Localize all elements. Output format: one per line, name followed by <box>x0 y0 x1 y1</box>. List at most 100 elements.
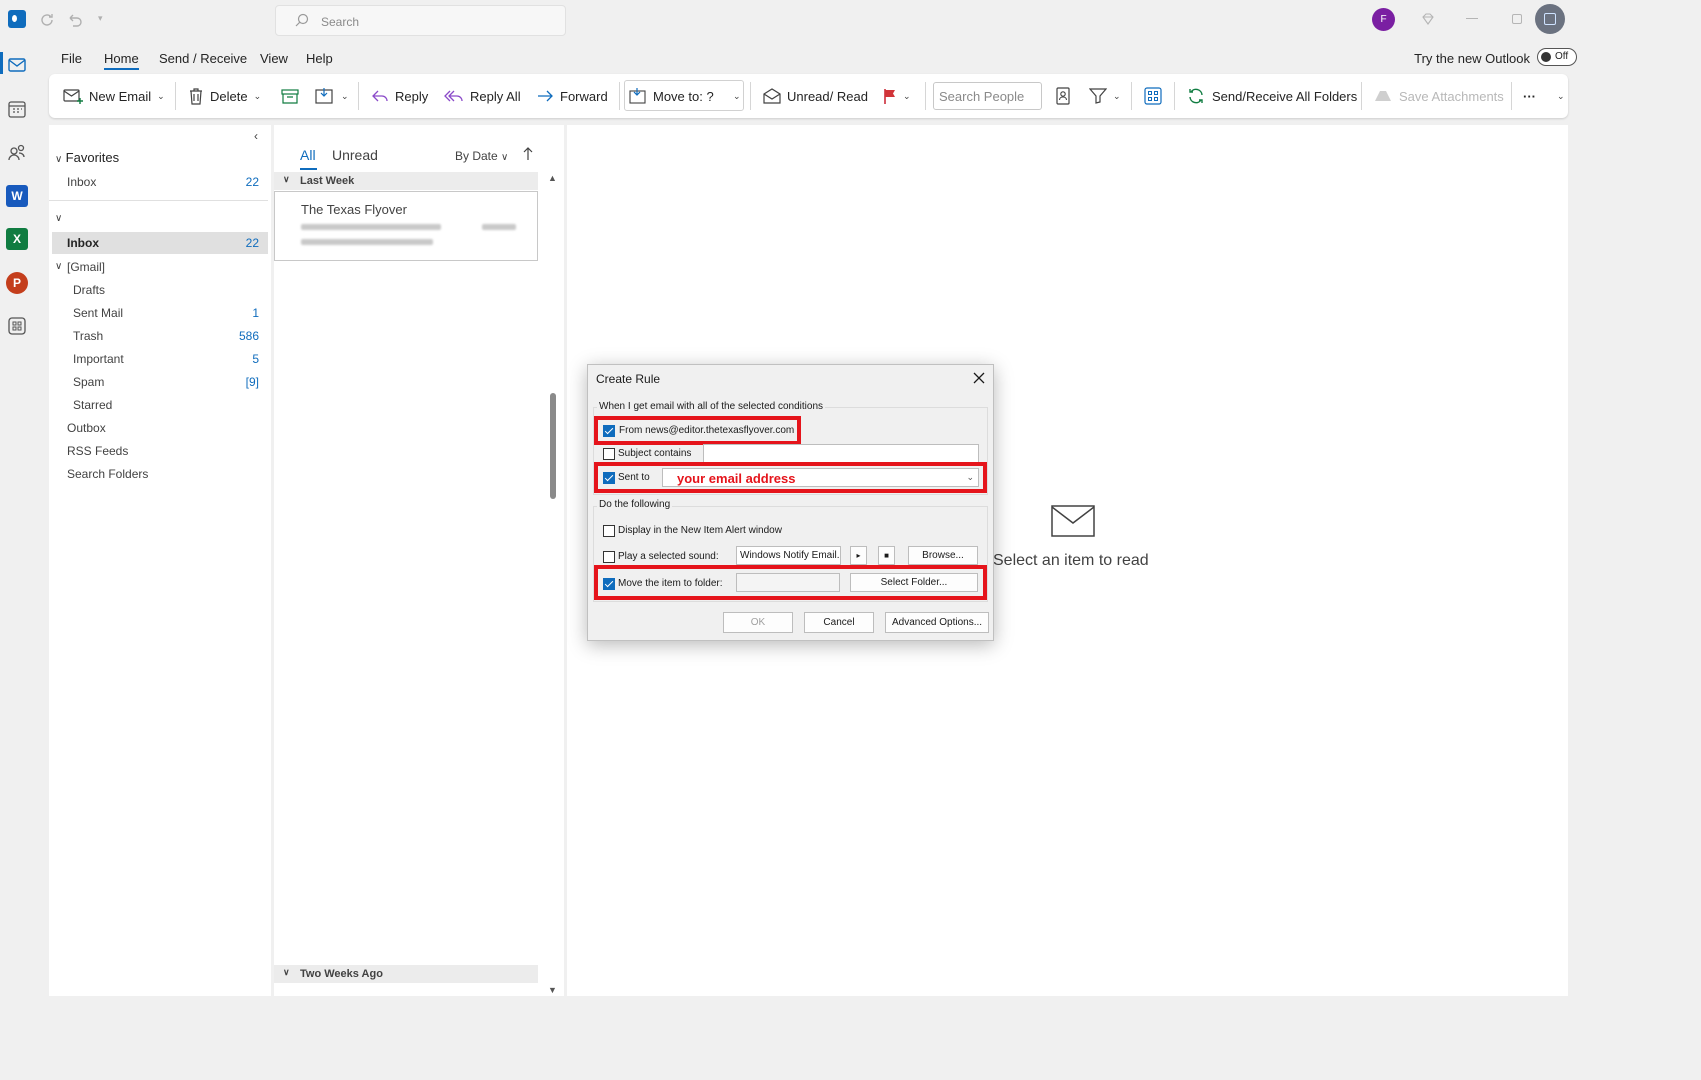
reply-icon <box>371 88 389 104</box>
tab-all[interactable]: All <box>300 147 316 163</box>
subject-contains-label: Subject contains <box>618 448 692 459</box>
chevron-down-icon[interactable]: ⌄ <box>341 91 349 102</box>
delete-label: Delete <box>210 88 248 104</box>
folder-rss-feeds[interactable]: RSS Feeds <box>49 440 268 462</box>
scroll-up-arrow-icon[interactable]: ▲ <box>548 173 557 183</box>
minimize-icon[interactable] <box>1466 18 1478 19</box>
unread-count: 1 <box>252 306 259 320</box>
menu-help[interactable]: Help <box>306 51 333 66</box>
restore-icon[interactable] <box>1512 14 1522 24</box>
new-outlook-toggle[interactable]: Off <box>1537 48 1577 66</box>
display-alert-checkbox[interactable] <box>603 525 615 537</box>
move-to-quick-step[interactable]: Move to: ? <box>629 74 714 118</box>
avatar[interactable]: F <box>1372 8 1395 31</box>
ribbon-expand-button[interactable]: ⌄ <box>1557 74 1565 118</box>
tab-unread[interactable]: Unread <box>332 147 378 163</box>
reply-all-button[interactable]: Reply All <box>444 74 521 118</box>
sort-by-date-dropdown[interactable]: By Date ∨ <box>455 149 508 163</box>
flag-icon <box>883 88 897 104</box>
folder-trash[interactable]: Trash 586 <box>49 325 268 347</box>
scrollbar-thumb[interactable] <box>550 393 556 499</box>
people-icon[interactable] <box>6 142 28 164</box>
address-book-button[interactable] <box>1055 74 1071 118</box>
mail-icon[interactable] <box>6 54 28 76</box>
archive-button[interactable] <box>281 74 299 118</box>
menu-send-receive[interactable]: Send / Receive <box>159 51 247 66</box>
menu-home[interactable]: Home <box>104 51 139 70</box>
excel-icon[interactable]: X <box>6 228 28 250</box>
ok-button[interactable]: OK <box>723 612 793 633</box>
folder-spam[interactable]: Spam [9] <box>49 371 268 393</box>
divider <box>1131 82 1132 110</box>
reply-button[interactable]: Reply <box>371 74 428 118</box>
folder-inbox[interactable]: Inbox 22 <box>52 232 268 254</box>
move-button[interactable]: ⌄ <box>315 74 349 118</box>
toggle-label: Off <box>1555 51 1569 62</box>
folder-label: Trash <box>73 329 104 343</box>
close-icon[interactable] <box>971 370 987 386</box>
follow-up-flag-button[interactable]: ⌄ <box>883 74 911 118</box>
group-header-two-weeks-ago[interactable]: ∨ Two Weeks Ago <box>274 965 538 983</box>
favorites-header[interactable]: ∨ Favorites <box>55 150 119 165</box>
folder-drafts[interactable]: Drafts <box>49 279 268 301</box>
forward-label: Forward <box>560 88 608 104</box>
folder-sent-mail[interactable]: Sent Mail 1 <box>49 302 268 324</box>
play-sound-icon[interactable]: ▸ <box>850 546 867 565</box>
chevron-down-icon[interactable]: ⌄ <box>157 91 165 102</box>
envelope-icon <box>1051 505 1095 537</box>
customize-qat-icon[interactable]: ▾ <box>98 13 103 24</box>
calendar-icon[interactable] <box>6 98 28 120</box>
highlight-sent-to <box>594 462 987 493</box>
group-header-last-week[interactable]: ∨ Last Week <box>274 172 538 190</box>
word-icon[interactable]: W <box>6 185 28 207</box>
new-email-button[interactable]: New Email ⌄ <box>63 74 165 118</box>
search-people-input[interactable]: Search People <box>933 82 1042 110</box>
unread-count: 22 <box>245 175 259 189</box>
powerpoint-icon[interactable]: P <box>6 272 28 294</box>
chevron-down-icon[interactable]: ⌄ <box>903 91 911 102</box>
chevron-down-icon: ∨ <box>283 174 290 184</box>
sync-icon[interactable] <box>38 11 56 29</box>
message-preview-blurred <box>301 239 433 245</box>
scroll-down-arrow-icon[interactable]: ▼ <box>548 985 557 995</box>
menu-view[interactable]: View <box>260 51 288 66</box>
folder-starred[interactable]: Starred <box>49 394 268 416</box>
divider <box>1174 82 1175 110</box>
sync-arrows-icon <box>1186 87 1206 105</box>
sort-direction-arrow-icon[interactable] <box>523 147 533 161</box>
advanced-options-button[interactable]: Advanced Options... <box>885 612 989 633</box>
chevron-down-icon[interactable]: ⌄ <box>254 91 262 102</box>
delete-button[interactable]: Delete ⌄ <box>188 74 261 118</box>
more-apps-icon[interactable] <box>6 315 28 337</box>
stop-sound-icon[interactable]: ■ <box>878 546 895 565</box>
chevron-down-icon[interactable]: ⌄ <box>1113 91 1121 102</box>
premium-diamond-icon[interactable] <box>1420 11 1436 27</box>
sound-file-input[interactable]: Windows Notify Email. <box>736 546 841 565</box>
cancel-button[interactable]: Cancel <box>804 612 874 633</box>
folder-search-folders[interactable]: Search Folders <box>49 463 268 485</box>
folder-gmail[interactable]: ∨ [Gmail] <box>49 256 268 278</box>
quick-steps-expand[interactable]: ⌄ <box>733 74 741 118</box>
filter-email-button[interactable]: ⌄ <box>1089 74 1121 118</box>
favorites-inbox[interactable]: Inbox 22 <box>49 171 268 193</box>
folder-important[interactable]: Important 5 <box>49 348 268 370</box>
undo-icon[interactable] <box>66 11 84 29</box>
message-list-scrollbar[interactable]: ▲ ▼ <box>546 173 560 995</box>
apps-button[interactable] <box>1144 74 1162 118</box>
browse-button[interactable]: Browse... <box>908 546 978 565</box>
search-box[interactable]: Search <box>275 5 566 36</box>
screen-capture-icon[interactable] <box>1535 4 1565 34</box>
send-receive-all-button[interactable]: Send/Receive All Folders <box>1186 74 1357 118</box>
play-sound-checkbox[interactable] <box>603 551 615 563</box>
unread-read-button[interactable]: Unread/ Read <box>763 74 868 118</box>
subject-contains-input[interactable] <box>703 444 979 463</box>
account-chevron-down-icon[interactable]: ∨ <box>55 213 62 224</box>
forward-button[interactable]: Forward <box>536 74 608 118</box>
save-attachments-button[interactable]: Save Attachments <box>1373 74 1504 118</box>
more-commands-button[interactable]: ··· <box>1523 74 1536 118</box>
menu-file[interactable]: File <box>61 51 82 66</box>
subject-contains-checkbox[interactable] <box>603 448 615 460</box>
message-item[interactable]: The Texas Flyover <box>274 191 538 261</box>
collapse-pane-icon[interactable]: ‹ <box>254 129 258 143</box>
folder-outbox[interactable]: Outbox <box>49 417 268 439</box>
